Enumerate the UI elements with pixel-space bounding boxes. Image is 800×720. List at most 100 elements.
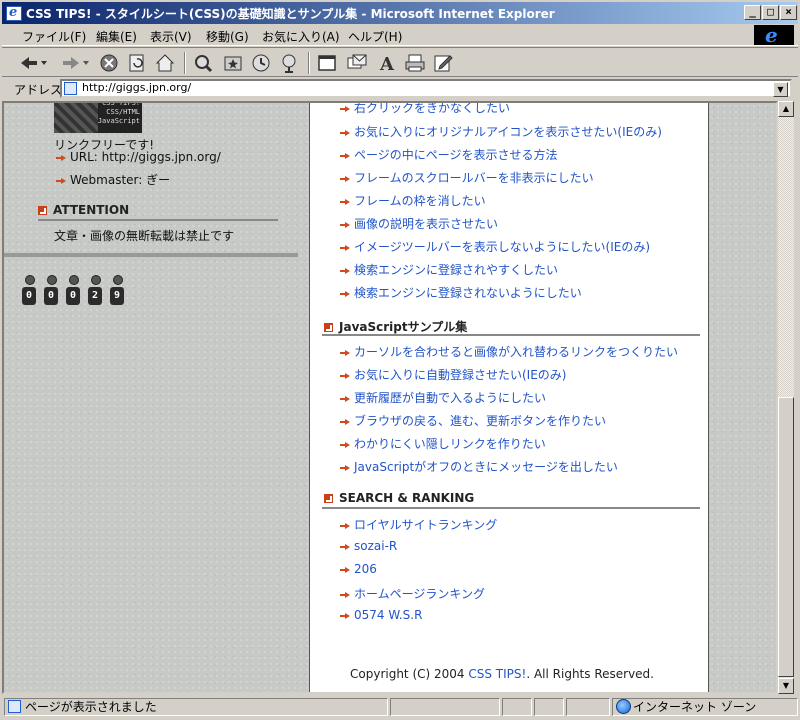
counter-digit: 0 — [22, 275, 36, 305]
attention-heading: ATTENTION — [38, 203, 129, 217]
menu-go[interactable]: 移動(G) — [206, 28, 249, 45]
js-link[interactable]: 更新履歴が自動で入るようにしたい — [340, 389, 546, 406]
scroll-up-button[interactable]: ▲ — [778, 101, 794, 117]
ranking-link[interactable]: ロイヤルサイトランキング — [340, 516, 497, 533]
arrow-bullet-icon — [56, 154, 68, 162]
site-banner[interactable]: CSS TIPS! CSS/HTML JavaScript — [54, 101, 142, 133]
menu-help[interactable]: ヘルプ(H) — [348, 28, 402, 45]
address-dropdown-button[interactable]: ▼ — [773, 82, 788, 97]
counter-digit: 0 — [66, 275, 80, 305]
counter-digit: 9 — [110, 275, 124, 305]
arrow-bullet-icon — [340, 129, 352, 137]
scroll-thumb[interactable] — [778, 397, 794, 677]
refresh-icon[interactable] — [126, 52, 148, 74]
toolbar-separator — [184, 52, 186, 74]
counter-digit: 0 — [44, 275, 58, 305]
access-counter: 0 0 0 2 9 — [22, 275, 124, 307]
ranking-link[interactable]: 206 — [340, 562, 377, 576]
menu-file[interactable]: ファイル(F) — [22, 28, 86, 45]
section-marker-icon — [38, 206, 47, 215]
stop-icon[interactable] — [98, 52, 120, 74]
close-button[interactable]: × — [780, 5, 797, 20]
attention-heading-text: ATTENTION — [53, 203, 130, 217]
print-icon[interactable] — [404, 52, 426, 74]
js-link[interactable]: ブラウザの戻る、進む、更新ボタンを作りたい — [340, 412, 606, 429]
url-line: URL: http://giggs.jpn.org/ — [56, 150, 221, 164]
fullscreen-icon[interactable] — [316, 52, 338, 74]
js-heading: JavaScriptサンプル集 — [324, 318, 467, 335]
arrow-bullet-icon — [340, 543, 352, 551]
arrow-bullet-icon — [340, 152, 352, 160]
webmaster-line: Webmaster: ぎー — [56, 171, 170, 188]
css-link[interactable]: フレームのスクロールバーを非表示にしたい — [340, 169, 594, 186]
ie-icon: e — [6, 5, 22, 21]
banner-text: CSS TIPS! CSS/HTML JavaScript — [97, 101, 140, 125]
ranking-link[interactable]: ホームページランキング — [340, 585, 485, 602]
status-cell — [534, 698, 564, 716]
toolbar: A — [2, 47, 798, 77]
ranking-link[interactable]: 0574 W.S.R — [340, 608, 422, 622]
toolbar-separator — [308, 52, 310, 74]
section-marker-icon — [324, 323, 333, 332]
arrow-bullet-icon — [340, 566, 352, 574]
channels-icon[interactable] — [278, 52, 300, 74]
favorites-icon[interactable] — [222, 52, 244, 74]
status-bar: ページが表示されました インターネット ゾーン — [2, 696, 798, 718]
copyright-suffix: . All Rights Reserved. — [526, 667, 654, 681]
ranking-heading-text: SEARCH & RANKING — [339, 491, 475, 505]
copyright-prefix: Copyright (C) 2004 — [350, 667, 469, 681]
css-link[interactable]: 画像の説明を表示させたい — [340, 215, 498, 232]
css-link[interactable]: 検索エンジンに登録されやすくしたい — [340, 261, 558, 278]
js-link[interactable]: わかりにくい隠しリンクを作りたい — [340, 435, 546, 452]
home-icon[interactable] — [154, 52, 176, 74]
arrow-bullet-icon — [340, 198, 352, 206]
counter-digit: 2 — [88, 275, 102, 305]
banner-pattern — [54, 103, 98, 133]
font-icon[interactable]: A — [376, 52, 398, 74]
ranking-link[interactable]: sozai-R — [340, 539, 397, 553]
js-link[interactable]: JavaScriptがオフのときにメッセージを出したい — [340, 458, 618, 475]
address-input[interactable]: http://giggs.jpn.org/ ▼ — [60, 79, 792, 98]
title-bar[interactable]: e CSS TIPS! - スタイルシート(CSS)の基礎知識とサンプル集 - … — [0, 0, 800, 24]
copyright: Copyright (C) 2004 CSS TIPS!. All Rights… — [350, 667, 654, 681]
arrow-bullet-icon — [340, 221, 352, 229]
arrow-bullet-icon — [340, 349, 352, 357]
forward-icon[interactable] — [60, 52, 90, 74]
arrow-bullet-icon — [340, 441, 352, 449]
search-icon[interactable] — [192, 52, 214, 74]
js-link[interactable]: カーソルを合わせると画像が入れ替わるリンクをつくりたい — [340, 343, 678, 360]
menu-edit[interactable]: 編集(E) — [96, 28, 137, 45]
back-icon[interactable] — [18, 52, 48, 74]
css-link[interactable]: イメージツールバーを表示しないようにしたい(IEのみ) — [340, 238, 650, 255]
arrow-bullet-icon — [56, 177, 68, 185]
menu-bar: ファイル(F) 編集(E) 表示(V) 移動(G) お気に入り(A) ヘルプ(H… — [2, 23, 798, 47]
status-message: ページが表示されました — [25, 700, 157, 714]
edit-icon[interactable] — [432, 52, 454, 74]
partial-link[interactable]: 右クリックをきかなくしたい — [340, 103, 510, 116]
page-done-icon — [8, 700, 21, 713]
address-label: アドレス — [14, 83, 63, 97]
arrow-bullet-icon — [340, 464, 352, 472]
address-bar: アドレス http://giggs.jpn.org/ ▼ — [2, 78, 798, 100]
css-link[interactable]: お気に入りにオリジナルアイコンを表示させたい(IEのみ) — [340, 123, 662, 140]
minimize-button[interactable]: _ — [744, 5, 761, 20]
webmaster-text: Webmaster: ぎー — [70, 173, 171, 187]
scroll-down-button[interactable]: ▼ — [778, 678, 794, 694]
js-link[interactable]: お気に入りに自動登録させたい(IEのみ) — [340, 366, 567, 383]
css-link[interactable]: 検索エンジンに登録されないようにしたい — [340, 284, 582, 301]
js-heading-text: JavaScriptサンプル集 — [339, 320, 468, 334]
history-icon[interactable] — [250, 52, 272, 74]
maximize-button[interactable]: □ — [762, 5, 779, 20]
page-viewport: CSS TIPS! CSS/HTML JavaScript リンクフリーです! … — [2, 101, 778, 694]
copyright-link[interactable]: CSS TIPS! — [468, 667, 526, 681]
url-text: URL: http://giggs.jpn.org/ — [70, 150, 221, 164]
menu-favorites[interactable]: お気に入り(A) — [262, 28, 340, 45]
mail-icon[interactable] — [346, 52, 368, 74]
zone-text: インターネット ゾーン — [633, 700, 757, 714]
css-link[interactable]: フレームの枠を消したい — [340, 192, 486, 209]
page-icon — [64, 82, 77, 95]
vertical-scrollbar[interactable]: ▲ ▼ — [778, 101, 794, 694]
css-link[interactable]: ページの中にページを表示させる方法 — [340, 146, 558, 163]
menu-view[interactable]: 表示(V) — [150, 28, 192, 45]
status-cell — [502, 698, 532, 716]
